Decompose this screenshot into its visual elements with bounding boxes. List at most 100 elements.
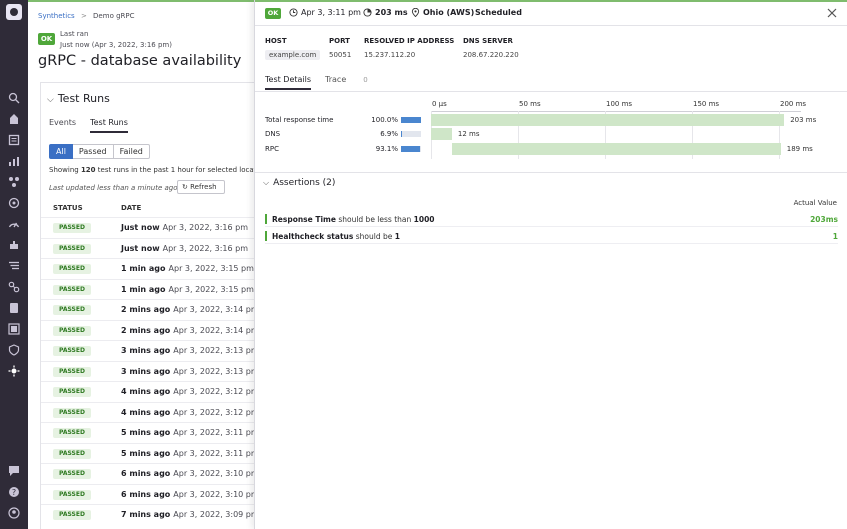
test-runs-header[interactable]: ⌵ Test Runs <box>47 92 110 105</box>
showing-summary: Showing 120 test runs in the past 1 hour… <box>49 166 271 174</box>
user-avatar-icon[interactable] <box>8 507 20 519</box>
page-title: gRPC - database availability <box>38 53 242 69</box>
passed-badge: PASSED <box>53 305 91 315</box>
showing-suffix: test runs in the past 1 hour for selecte… <box>95 166 271 174</box>
filter-failed-button[interactable]: Failed <box>113 144 150 159</box>
host-label: HOST <box>265 37 287 45</box>
table-row[interactable]: PASSED 2 mins ago Apr 3, 2022, 3:14 pm <box>41 299 289 320</box>
showing-count: 120 <box>80 166 96 174</box>
assertion-row[interactable]: Response Time should be less than 1000 20… <box>265 213 838 227</box>
waterfall-bar[interactable] <box>431 128 452 140</box>
run-date-cell: 3 mins ago Apr 3, 2022, 3:13 pm <box>121 367 259 376</box>
x-tick-label: 100 ms <box>606 100 633 108</box>
passed-badge: PASSED <box>53 387 91 397</box>
relative-time: 4 mins ago <box>121 407 171 417</box>
breadcrumb: Synthetics > Demo gRPC <box>38 12 135 20</box>
host-chip: example.com <box>265 50 321 60</box>
metric-label: Total response time <box>265 116 334 124</box>
assertion-pass-marker <box>265 231 267 241</box>
table-row[interactable]: PASSED 3 mins ago Apr 3, 2022, 3:13 pm <box>41 360 289 382</box>
run-date-value: Apr 3, 3:11 pm <box>301 8 361 17</box>
notebooks-icon[interactable] <box>8 302 20 314</box>
relative-time: Just now <box>121 243 160 253</box>
run-trigger-value: Scheduled <box>475 8 522 17</box>
table-row[interactable]: PASSED 1 min ago Apr 3, 2022, 3:15 pm <box>41 258 289 279</box>
tab-trace[interactable]: Trace 0 <box>325 75 382 84</box>
passed-badge: PASSED <box>53 510 91 520</box>
assertion-pass-marker <box>265 214 267 224</box>
waterfall-bar[interactable] <box>451 143 781 155</box>
refresh-label: Refresh <box>190 183 217 191</box>
help-icon[interactable]: ? <box>8 486 20 498</box>
timing-waterfall-chart: 0 µs 50 ms 100 ms 150 ms 200 ms Total respons… <box>255 95 847 167</box>
dashboards-icon[interactable] <box>8 155 20 167</box>
run-location-value: Ohio (AWS) <box>423 8 475 17</box>
last-ran-value: Just now (Apr 3, 2022, 3:16 pm) <box>60 41 172 49</box>
trace-count: 0 <box>363 76 368 84</box>
tab-events[interactable]: Events <box>49 118 76 127</box>
table-row[interactable]: PASSED 3 mins ago Apr 3, 2022, 3:13 pm <box>41 340 289 361</box>
port-value: 50051 <box>329 51 352 59</box>
table-row[interactable]: PASSED 1 min ago Apr 3, 2022, 3:15 pm <box>41 278 289 300</box>
network-icon[interactable] <box>8 281 20 293</box>
column-status[interactable]: STATUS <box>53 204 83 212</box>
passed-badge: PASSED <box>53 346 91 356</box>
watchdog-icon[interactable] <box>8 113 20 125</box>
table-row[interactable]: PASSED 7 mins ago Apr 3, 2022, 3:09 pm <box>41 504 289 525</box>
events-icon[interactable] <box>8 134 20 146</box>
filter-all-button[interactable]: All <box>49 144 73 159</box>
filter-passed-button[interactable]: Passed <box>72 144 114 159</box>
table-row[interactable]: PASSED 6 mins ago Apr 3, 2022, 3:10 pm <box>41 463 289 484</box>
assertion-row[interactable]: Healthcheck status should be 11 <box>265 230 838 244</box>
relative-time: 1 min ago <box>121 284 166 294</box>
apm-icon[interactable] <box>8 218 20 230</box>
absolute-date: Apr 3, 2022, 3:13 pm <box>173 346 259 355</box>
dns-server-value: 208.67.220.220 <box>463 51 519 59</box>
absolute-date: Apr 3, 2022, 3:15 pm <box>168 264 254 273</box>
close-icon[interactable] <box>826 7 838 19</box>
relative-time: 5 mins ago <box>121 428 171 437</box>
passed-badge: PASSED <box>53 284 91 295</box>
infrastructure-icon[interactable] <box>8 176 20 188</box>
integrations-icon[interactable] <box>8 239 20 251</box>
run-date-cell: Just now Apr 3, 2022, 3:16 pm <box>121 223 248 232</box>
tab-test-details[interactable]: Test Details <box>265 75 312 90</box>
table-row[interactable]: PASSED 2 mins ago Apr 3, 2022, 3:14 pm <box>41 319 289 341</box>
logs-icon[interactable] <box>8 260 20 272</box>
column-date[interactable]: DATE <box>121 204 141 212</box>
section-divider <box>255 172 847 173</box>
table-row[interactable]: PASSED 4 mins ago Apr 3, 2022, 3:12 pm <box>41 401 289 423</box>
table-row[interactable]: PASSED Just now Apr 3, 2022, 3:16 pm <box>41 237 289 259</box>
assertions-title: Assertions (2) <box>273 178 336 188</box>
x-tick-label: 50 ms <box>519 100 541 108</box>
last-updated: Last updated less than a minute ago <box>49 184 178 192</box>
table-row[interactable]: PASSED 6 mins ago Apr 3, 2022, 3:10 pm <box>41 483 289 505</box>
table-row[interactable]: PASSED 5 mins ago Apr 3, 2022, 3:11 pm <box>41 442 289 464</box>
percent-bar-fill <box>401 131 403 137</box>
assertion-text: Response Time should be less than 1000 <box>272 215 435 224</box>
breadcrumb-synthetics-link[interactable]: Synthetics <box>38 12 75 20</box>
chat-icon[interactable] <box>8 465 20 477</box>
ip-value: 15.237.112.20 <box>364 51 416 59</box>
table-row[interactable]: PASSED 4 mins ago Apr 3, 2022, 3:12 pm <box>41 381 289 402</box>
assertion-subject: Response Time <box>272 215 336 224</box>
svg-text:?: ? <box>12 488 16 497</box>
test-runs-table: PASSED Just now Apr 3, 2022, 3:16 pm PASSED… <box>41 217 289 525</box>
waterfall-bar[interactable] <box>431 114 785 126</box>
table-row[interactable]: PASSED 5 mins ago Apr 3, 2022, 3:11 pm <box>41 422 289 443</box>
absolute-date: Apr 3, 2022, 3:16 pm <box>162 243 249 253</box>
search-icon[interactable] <box>8 92 20 104</box>
tab-test-runs[interactable]: Test Runs <box>90 118 128 133</box>
monitors-icon[interactable] <box>8 197 20 209</box>
assertions-header[interactable]: ⌵ Assertions (2) <box>263 178 335 188</box>
ux-monitoring-icon[interactable] <box>8 365 20 377</box>
test-page: Synthetics > Demo gRPC OK Last ran Just … <box>28 0 289 529</box>
passed-badge: PASSED <box>53 223 91 233</box>
datadog-logo-icon[interactable] <box>6 4 22 20</box>
table-row[interactable]: PASSED Just now Apr 3, 2022, 3:16 pm <box>41 217 289 238</box>
assertion-operator: should be less than <box>335 215 414 224</box>
tab-trace-label: Trace <box>325 75 347 84</box>
security-icon[interactable] <box>8 344 20 356</box>
synthetics-icon[interactable] <box>8 323 20 335</box>
refresh-button[interactable]: ↻ Refresh <box>177 180 225 194</box>
